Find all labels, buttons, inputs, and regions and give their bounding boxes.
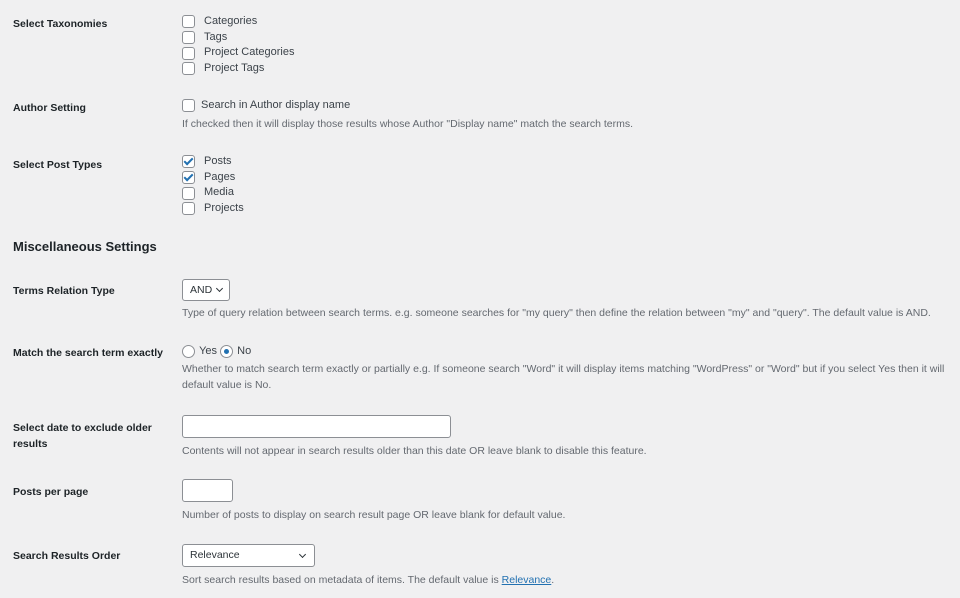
option-label: Media xyxy=(204,186,234,199)
taxonomy-option-categories[interactable]: Categories xyxy=(182,14,960,30)
option-label: Pages xyxy=(204,170,236,183)
checkbox[interactable] xyxy=(182,31,195,45)
option-label: Search in Author display name xyxy=(201,99,351,112)
exclude-date-field: Contents will not appear in search resul… xyxy=(182,415,960,459)
radio-no-label: No xyxy=(237,345,252,358)
results-order-description: Sort search results based on metadata of… xyxy=(182,572,960,588)
taxonomy-option-project-categories[interactable]: Project Categories xyxy=(182,45,960,61)
section-title-misc: Miscellaneous Settings xyxy=(13,239,157,254)
exact-match-description-line1: Whether to match search term exactly or … xyxy=(182,363,945,375)
posts-per-page-field: Number of posts to display on search res… xyxy=(182,479,960,523)
author-field: Search in Author display name If checked… xyxy=(182,97,960,132)
post-type-option-media[interactable]: Media xyxy=(182,185,960,201)
label-line: Select date to exclude older xyxy=(13,422,152,434)
author-option[interactable]: Search in Author display name xyxy=(182,97,960,113)
results-order-label: Search Results Order xyxy=(13,550,121,562)
option-label: Tags xyxy=(204,30,228,43)
terms-relation-label: Terms Relation Type xyxy=(13,285,115,297)
taxonomy-option-project-tags[interactable]: Project Tags xyxy=(182,61,960,77)
exclude-date-description: Contents will not appear in search resul… xyxy=(182,445,647,457)
option-label: Projects xyxy=(204,202,244,215)
post-type-option-posts[interactable]: Posts xyxy=(182,154,960,170)
radio-yes-label: Yes xyxy=(199,345,218,358)
chevron-down-icon xyxy=(216,284,224,293)
results-order-select[interactable]: Relevance xyxy=(182,544,315,567)
exclude-date-label: Select date to exclude older results xyxy=(13,420,163,452)
posts-per-page-label: Posts per page xyxy=(13,486,89,498)
option-label: Categories xyxy=(204,15,258,27)
results-order-field: Relevance Sort search results based on m… xyxy=(182,544,960,588)
terms-relation-field: AND Type of query relation between searc… xyxy=(182,279,960,321)
post-type-option-projects[interactable]: Projects xyxy=(182,201,960,217)
post-type-option-pages[interactable]: Pages xyxy=(182,170,960,186)
description-suffix: . xyxy=(551,574,555,586)
checkbox[interactable] xyxy=(182,155,195,169)
description-text: Sort search results based on metadata of… xyxy=(182,574,502,586)
posts-per-page-description: Number of posts to display on search res… xyxy=(182,509,566,521)
taxonomies-label: Select Taxonomies xyxy=(13,18,108,30)
post-types-options: Posts Pages Media Projects xyxy=(182,154,960,217)
exact-match-field: Yes No Whether to match search term exac… xyxy=(182,343,960,393)
label-line: results xyxy=(13,438,48,450)
select-value: Relevance xyxy=(190,549,240,561)
checkbox[interactable] xyxy=(182,171,195,185)
post-types-label: Select Post Types xyxy=(13,159,103,171)
exclude-date-input[interactable] xyxy=(182,415,451,438)
terms-relation-description: Type of query relation between search te… xyxy=(182,307,931,319)
radio-no[interactable] xyxy=(220,344,234,358)
option-label: Posts xyxy=(204,155,232,167)
option-label: Project Tags xyxy=(204,62,265,75)
checkbox[interactable] xyxy=(182,62,195,76)
checkbox[interactable] xyxy=(182,46,195,60)
checkbox[interactable] xyxy=(182,202,195,216)
taxonomy-option-tags[interactable]: Tags xyxy=(182,30,960,46)
author-description: If checked then it will display those re… xyxy=(182,118,633,130)
relevance-link[interactable]: Relevance xyxy=(502,574,552,586)
option-label: Project Categories xyxy=(204,46,295,59)
author-label: Author Setting xyxy=(13,102,86,114)
posts-per-page-input[interactable] xyxy=(182,479,233,502)
exact-match-radios: Yes No xyxy=(182,343,960,359)
checkbox[interactable] xyxy=(182,98,195,112)
exact-match-description-line2: default value is No. xyxy=(182,379,272,391)
radio-yes[interactable] xyxy=(182,344,195,358)
select-value: AND xyxy=(190,284,213,296)
checkbox[interactable] xyxy=(182,15,195,29)
taxonomies-options: Categories Tags Project Categories Proje… xyxy=(182,14,960,77)
checkbox[interactable] xyxy=(182,186,195,200)
exact-match-label: Match the search term exactly xyxy=(13,347,163,359)
chevron-down-icon xyxy=(298,550,307,559)
terms-relation-select[interactable]: AND xyxy=(182,279,231,301)
